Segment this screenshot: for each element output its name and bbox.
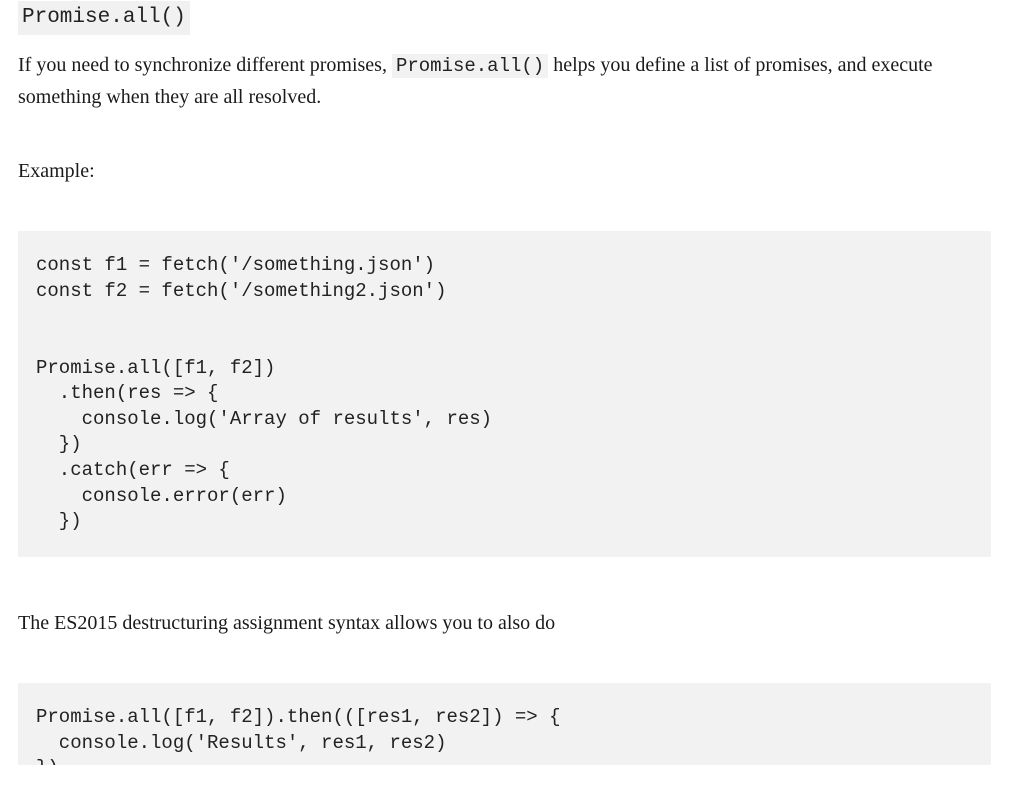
paragraph-destructuring: The ES2015 destructuring assignment synt…: [18, 607, 991, 639]
article-content: Promise.all() If you need to synchronize…: [18, 0, 991, 765]
example-label: Example:: [18, 155, 991, 187]
intro-paragraph: If you need to synchronize different pro…: [18, 49, 991, 113]
inline-code-promise-all: Promise.all(): [392, 54, 548, 78]
code-block-1[interactable]: const f1 = fetch('/something.json') cons…: [18, 231, 991, 557]
intro-text-part1: If you need to synchronize different pro…: [18, 54, 392, 76]
section-heading: Promise.all(): [18, 1, 190, 35]
code-block-2[interactable]: Promise.all([f1, f2]).then(([res1, res2]…: [18, 683, 991, 765]
